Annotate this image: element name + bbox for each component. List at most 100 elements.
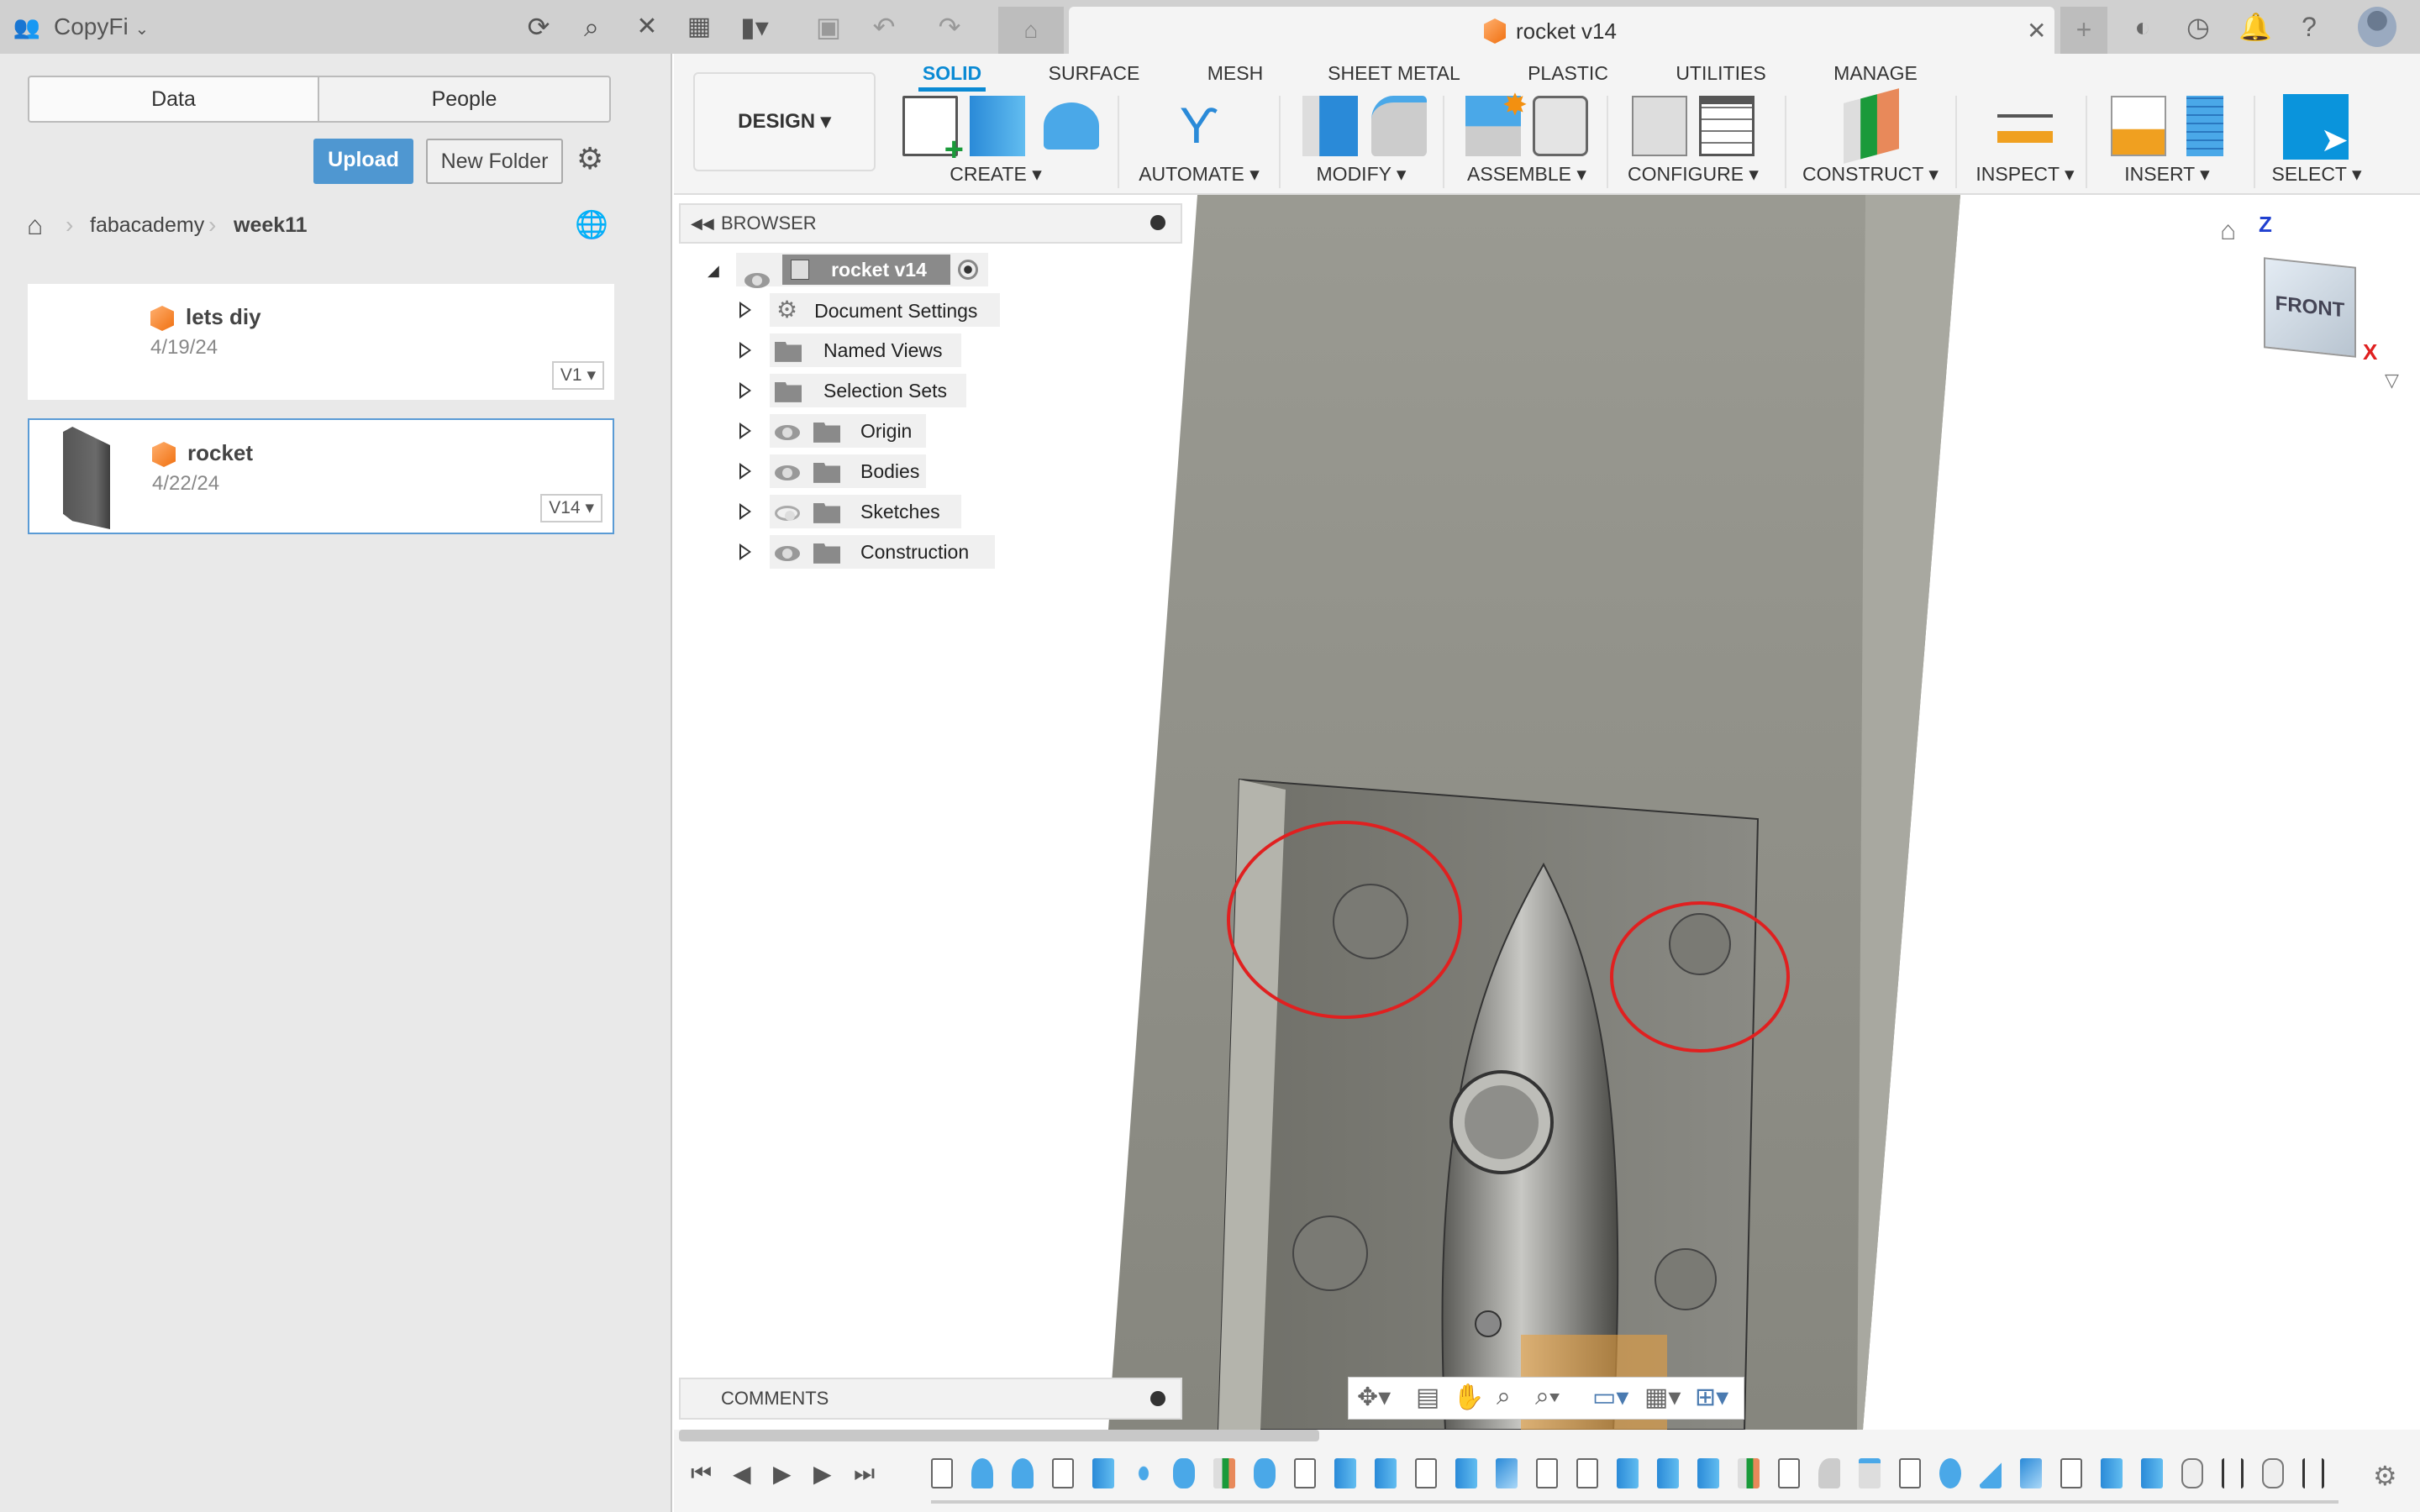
measure-icon[interactable] bbox=[1997, 114, 2053, 143]
activate-radio[interactable] bbox=[958, 260, 978, 280]
version-dropdown[interactable]: V1 ▾ bbox=[551, 361, 604, 390]
save-icon[interactable]: ▣ bbox=[813, 12, 844, 42]
tab-solid[interactable]: SOLID bbox=[923, 62, 981, 85]
version-dropdown[interactable]: V14 ▾ bbox=[540, 494, 602, 522]
home-icon[interactable]: ⌂ bbox=[27, 210, 43, 241]
tab-manage[interactable]: MANAGE bbox=[1833, 62, 1918, 85]
browser-item-sketches[interactable]: Sketches bbox=[770, 495, 961, 528]
step-back-icon[interactable]: ◀ bbox=[733, 1460, 751, 1488]
configuration-table-icon[interactable] bbox=[1699, 96, 1754, 156]
timeline-feature-split[interactable] bbox=[1213, 1458, 1235, 1488]
modify-menu[interactable]: MODIFY ▾ bbox=[1317, 163, 1407, 186]
timeline-feature-pattern[interactable] bbox=[1133, 1458, 1155, 1488]
new-tab-button[interactable]: + bbox=[2060, 7, 2107, 54]
browser-root[interactable]: rocket v14 bbox=[736, 253, 988, 288]
insert-mcmaster-icon[interactable] bbox=[2186, 96, 2223, 156]
create-menu[interactable]: CREATE ▾ bbox=[950, 163, 1042, 186]
timeline-feature-revolve[interactable] bbox=[971, 1458, 993, 1488]
zoom-icon[interactable]: ⌕ bbox=[1497, 1383, 1511, 1411]
select-icon[interactable]: ➤ bbox=[2283, 94, 2349, 160]
eye-icon[interactable] bbox=[744, 272, 770, 288]
timeline-feature-joint[interactable] bbox=[2262, 1458, 2284, 1488]
go-to-start-icon[interactable]: ⏮ bbox=[691, 1460, 712, 1488]
help-icon[interactable]: ? bbox=[2294, 12, 2324, 42]
search-icon[interactable]: ⌕ bbox=[576, 12, 607, 42]
select-menu[interactable]: SELECT ▾ bbox=[2272, 163, 2362, 186]
tab-sheet-metal[interactable]: SHEET METAL bbox=[1328, 62, 1460, 85]
tab-utilities[interactable]: UTILITIES bbox=[1676, 62, 1765, 85]
close-tab-icon[interactable]: ✕ bbox=[2027, 17, 2046, 45]
offset-plane-icon[interactable] bbox=[1844, 88, 1899, 164]
globe-icon[interactable]: 🌐 bbox=[575, 208, 608, 240]
home-view-icon[interactable]: ⌂ bbox=[2220, 215, 2236, 246]
timeline-settings-icon[interactable]: ⚙ bbox=[2373, 1460, 2397, 1492]
look-at-icon[interactable]: ▤ bbox=[1416, 1383, 1439, 1412]
tab-plastic[interactable]: PLASTIC bbox=[1528, 62, 1608, 85]
document-tab[interactable]: rocket v14 ✕ bbox=[1069, 7, 2054, 54]
expand-icon[interactable] bbox=[739, 342, 751, 359]
timeline-feature-fillet[interactable] bbox=[1818, 1458, 1840, 1488]
upload-button[interactable]: Upload bbox=[313, 139, 413, 184]
extensions-icon[interactable]: ◐ bbox=[2128, 12, 2158, 42]
comments-panel[interactable]: COMMENTS bbox=[679, 1378, 1182, 1420]
new-component-icon[interactable]: ✸ bbox=[1465, 87, 1528, 156]
timeline-feature-sketch[interactable] bbox=[1415, 1458, 1437, 1488]
browser-item-construction[interactable]: Construction bbox=[770, 535, 995, 569]
timeline-feature-split[interactable] bbox=[1738, 1458, 1760, 1488]
timeline-feature-revolve[interactable] bbox=[1012, 1458, 1034, 1488]
eye-hidden-icon[interactable] bbox=[775, 505, 800, 521]
tab-surface[interactable]: SURFACE bbox=[1049, 62, 1140, 85]
timeline-feature-extrude[interactable] bbox=[2101, 1458, 2123, 1488]
viewcube[interactable]: FRONT bbox=[2264, 257, 2356, 358]
job-status-icon[interactable]: ◷ bbox=[2183, 12, 2213, 42]
settings-gear-icon[interactable]: ⚙ bbox=[576, 141, 603, 176]
browser-item-bodies[interactable]: Bodies bbox=[770, 454, 926, 488]
go-to-end-icon[interactable]: ⏭ bbox=[854, 1460, 875, 1488]
eye-icon[interactable] bbox=[775, 545, 800, 561]
revolve-icon[interactable] bbox=[1044, 102, 1099, 150]
timeline-feature-plane[interactable] bbox=[1980, 1458, 2002, 1488]
timeline-feature-sphere[interactable] bbox=[1939, 1458, 1961, 1488]
create-sketch-icon[interactable]: + bbox=[902, 96, 964, 166]
timeline-feature-extrude[interactable] bbox=[1657, 1458, 1679, 1488]
display-settings-icon[interactable]: ▭▾ bbox=[1592, 1383, 1628, 1412]
expand-icon[interactable] bbox=[739, 382, 751, 399]
timeline-feature-sketch[interactable] bbox=[1778, 1458, 1800, 1488]
play-icon[interactable]: ▶ bbox=[773, 1460, 792, 1488]
timeline-feature-body[interactable] bbox=[1173, 1458, 1195, 1488]
browser-item-origin[interactable]: Origin bbox=[770, 414, 926, 448]
timeline-feature-combine[interactable] bbox=[1496, 1458, 1518, 1488]
tab-people[interactable]: People bbox=[318, 76, 611, 123]
extrude-icon[interactable] bbox=[970, 96, 1025, 156]
tab-mesh[interactable]: MESH bbox=[1207, 62, 1263, 85]
viewcube-menu-icon[interactable]: ▽ bbox=[2385, 370, 2399, 391]
team-selector[interactable]: CopyFi ⌄ bbox=[54, 13, 149, 40]
grid-settings-icon[interactable]: ▦▾ bbox=[1644, 1383, 1681, 1412]
timeline-feature-sketch[interactable] bbox=[1294, 1458, 1316, 1488]
avatar[interactable] bbox=[2358, 7, 2396, 47]
expand-icon[interactable] bbox=[739, 463, 751, 480]
fillet-icon[interactable] bbox=[1371, 96, 1427, 156]
insert-svg-icon[interactable] bbox=[2111, 96, 2166, 156]
inspect-menu[interactable]: INSPECT ▾ bbox=[1975, 163, 2074, 186]
timeline-feature-extrude[interactable] bbox=[1617, 1458, 1639, 1488]
joint-icon[interactable] bbox=[1533, 96, 1588, 156]
construct-menu[interactable]: CONSTRUCT ▾ bbox=[1802, 163, 1939, 186]
new-folder-button[interactable]: New Folder bbox=[426, 139, 563, 184]
timeline-feature-move[interactable] bbox=[2222, 1458, 2244, 1488]
apps-grid-icon[interactable]: ▦ bbox=[684, 12, 714, 42]
expand-icon[interactable] bbox=[739, 503, 751, 520]
timeline-feature-sketch[interactable] bbox=[1899, 1458, 1921, 1488]
eye-icon[interactable] bbox=[775, 424, 800, 440]
horizontal-scrollbar[interactable] bbox=[679, 1430, 1319, 1441]
browser-item-named-views[interactable]: Named Views bbox=[770, 333, 961, 367]
timeline-feature-body[interactable] bbox=[1254, 1458, 1276, 1488]
timeline-feature-extrude[interactable] bbox=[1455, 1458, 1477, 1488]
timeline-feature-extrude[interactable] bbox=[2141, 1458, 2163, 1488]
collapse-icon[interactable]: ◀◀ bbox=[691, 205, 714, 242]
eye-icon[interactable] bbox=[775, 465, 800, 480]
undo-icon[interactable]: ↶ bbox=[869, 12, 899, 42]
timeline-feature-combine[interactable] bbox=[2020, 1458, 2042, 1488]
timeline-feature-extrude[interactable] bbox=[1697, 1458, 1719, 1488]
timeline-feature-sketch[interactable] bbox=[1536, 1458, 1558, 1488]
